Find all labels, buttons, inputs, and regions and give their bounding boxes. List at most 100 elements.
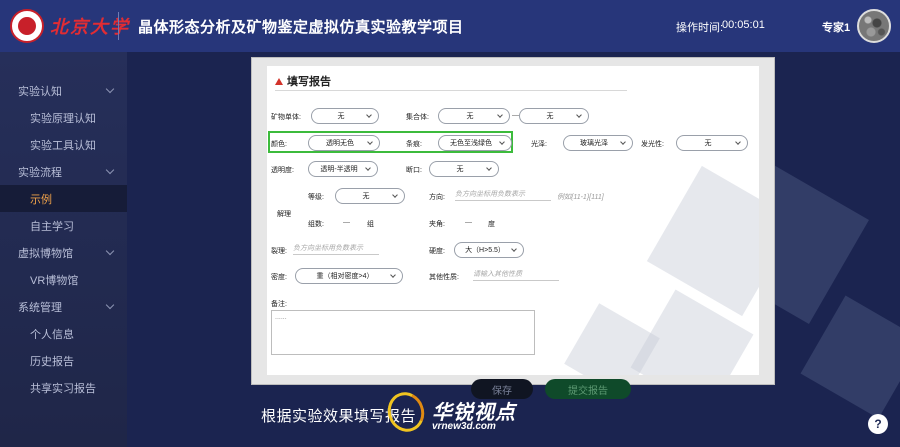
- chevron-down-icon: [497, 112, 503, 118]
- select-value: 无: [704, 140, 712, 147]
- chevron-down-icon: [486, 165, 492, 171]
- sidebar-item-label: VR博物馆: [30, 274, 79, 287]
- groups-value[interactable]: —: [343, 219, 350, 226]
- aggregate-select-1[interactable]: 无: [438, 108, 510, 124]
- timer-label: 操作时间:: [676, 22, 724, 34]
- sidebar-item-label: 实验认知: [18, 85, 62, 98]
- sidebar-group-virtual-museum[interactable]: 虚拟博物馆: [0, 239, 127, 266]
- aggregate-select-2[interactable]: 无: [519, 108, 589, 124]
- grade-label: 等级:: [308, 194, 324, 201]
- streak-select[interactable]: 无色至浅绿色: [438, 135, 512, 151]
- color-label: 颜色:: [271, 141, 287, 148]
- chevron-down-icon: [366, 112, 372, 118]
- streak-label: 条痕:: [406, 141, 422, 148]
- angle-value[interactable]: —: [465, 219, 472, 226]
- select-value: 玻璃光泽: [580, 140, 608, 147]
- remark-label: 备注:: [271, 301, 287, 308]
- background-shape: [800, 295, 900, 419]
- title-divider: [275, 90, 627, 91]
- chevron-down-icon: [105, 246, 115, 256]
- select-value: 重（相对密度>4）: [316, 273, 374, 280]
- sidebar-item-label: 示例: [30, 193, 52, 206]
- cleavage-direction-input[interactable]: 负方向坐标用负数表示: [455, 188, 551, 201]
- transparency-label: 透明度:: [271, 167, 294, 174]
- select-value: 无: [456, 166, 464, 173]
- select-value: 无色至浅绿色: [450, 140, 492, 147]
- direction-example: 例如{11-1}[111]: [557, 194, 604, 201]
- cleavage-grade-select[interactable]: 无: [335, 188, 405, 204]
- chevron-down-icon: [105, 300, 115, 310]
- input-placeholder: 负方向坐标用负数表示: [293, 245, 363, 252]
- sidebar-item-tools[interactable]: 实验工具认知: [0, 131, 127, 158]
- sidebar-item-label: 实验原理认知: [30, 112, 96, 125]
- remark-textarea[interactable]: ......: [271, 310, 535, 355]
- chevron-down-icon: [390, 272, 396, 278]
- select-value: 透明无色: [326, 140, 354, 147]
- fluorescence-label: 发光性:: [641, 141, 664, 148]
- cleft-label: 裂理:: [271, 248, 287, 255]
- aggregate-label: 集合体:: [406, 114, 429, 121]
- form-title: 填写报告: [275, 73, 331, 89]
- cleft-input[interactable]: 负方向坐标用负数表示: [293, 242, 379, 255]
- chevron-down-icon: [576, 112, 582, 118]
- sidebar-group-experiment-process[interactable]: 实验流程: [0, 158, 127, 185]
- color-select[interactable]: 透明无色: [308, 135, 380, 151]
- cleavage-label: 解理: [277, 211, 291, 218]
- submit-report-button[interactable]: 提交报告: [545, 379, 631, 399]
- chevron-down-icon: [367, 139, 373, 145]
- top-bar: 北京大学 晶体形态分析及矿物鉴定虚拟仿真实验教学项目 操作时间: 00:05:0…: [0, 0, 900, 52]
- sidebar-item-example[interactable]: 示例: [0, 185, 127, 212]
- direction-label: 方向:: [429, 194, 445, 201]
- select-value: 无: [337, 113, 345, 120]
- fracture-select[interactable]: 无: [429, 161, 499, 177]
- sidebar-item-label: 共享实习报告: [30, 382, 96, 395]
- sidebar-item-label: 实验流程: [18, 166, 62, 179]
- other-properties-label: 其他性质:: [429, 274, 459, 281]
- sidebar-item-profile[interactable]: 个人信息: [0, 320, 127, 347]
- select-value: 大（H>5.5）: [465, 247, 505, 254]
- input-placeholder: 负方向坐标用负数表示: [455, 191, 525, 198]
- chevron-down-icon: [392, 192, 398, 198]
- header-divider: [118, 12, 119, 40]
- input-placeholder: 请输入其他性质: [473, 271, 522, 278]
- user-name[interactable]: 专家1: [822, 19, 850, 35]
- chevron-down-icon: [511, 246, 517, 252]
- fluorescence-select[interactable]: 无: [676, 135, 748, 151]
- chevron-down-icon: [105, 165, 115, 175]
- groups-unit: 组: [367, 221, 374, 228]
- sidebar-item-self-study[interactable]: 自主学习: [0, 212, 127, 239]
- avatar[interactable]: [857, 9, 891, 43]
- select-value: 透明-半透明: [320, 166, 358, 173]
- sidebar-item-label: 个人信息: [30, 328, 74, 341]
- sidebar-item-label: 系统管理: [18, 301, 62, 314]
- density-select[interactable]: 重（相对密度>4）: [295, 268, 403, 284]
- chevron-down-icon: [620, 139, 626, 145]
- textarea-placeholder: ......: [275, 314, 287, 321]
- sidebar-group-system-management[interactable]: 系统管理: [0, 293, 127, 320]
- report-form: 填写报告 矿物单体: 无 集合体: 无 — 无 颜色: 透明无色 条痕: 无色至…: [267, 66, 759, 375]
- help-button[interactable]: ?: [868, 414, 888, 434]
- sidebar-group-experiment-cognition[interactable]: 实验认知: [0, 77, 127, 104]
- sidebar-item-label: 实验工具认知: [30, 139, 96, 152]
- university-seal-icon: [10, 9, 44, 43]
- hardness-select[interactable]: 大（H>5.5）: [454, 242, 524, 258]
- sidebar-item-principle[interactable]: 实验原理认知: [0, 104, 127, 131]
- watermark-url: vrnew3d.com: [432, 421, 496, 432]
- chevron-down-icon: [499, 139, 505, 145]
- chevron-down-icon: [735, 139, 741, 145]
- mineral-single-label: 矿物单体:: [271, 114, 301, 121]
- sidebar-item-vr-museum[interactable]: VR博物馆: [0, 266, 127, 293]
- mineral-single-select[interactable]: 无: [311, 108, 379, 124]
- select-value: 无: [466, 113, 474, 120]
- sidebar-item-history-reports[interactable]: 历史报告: [0, 347, 127, 374]
- luster-label: 光泽:: [531, 141, 547, 148]
- sidebar-item-shared-reports[interactable]: 共享实习报告: [0, 374, 127, 401]
- other-properties-input[interactable]: 请输入其他性质: [473, 268, 559, 281]
- luster-select[interactable]: 玻璃光泽: [563, 135, 633, 151]
- background-shape: [646, 165, 759, 317]
- transparency-select[interactable]: 透明-半透明: [308, 161, 378, 177]
- chevron-down-icon: [365, 165, 371, 171]
- select-value: 无: [546, 113, 554, 120]
- sidebar-item-label: 自主学习: [30, 220, 74, 233]
- fracture-label: 断口:: [406, 167, 422, 174]
